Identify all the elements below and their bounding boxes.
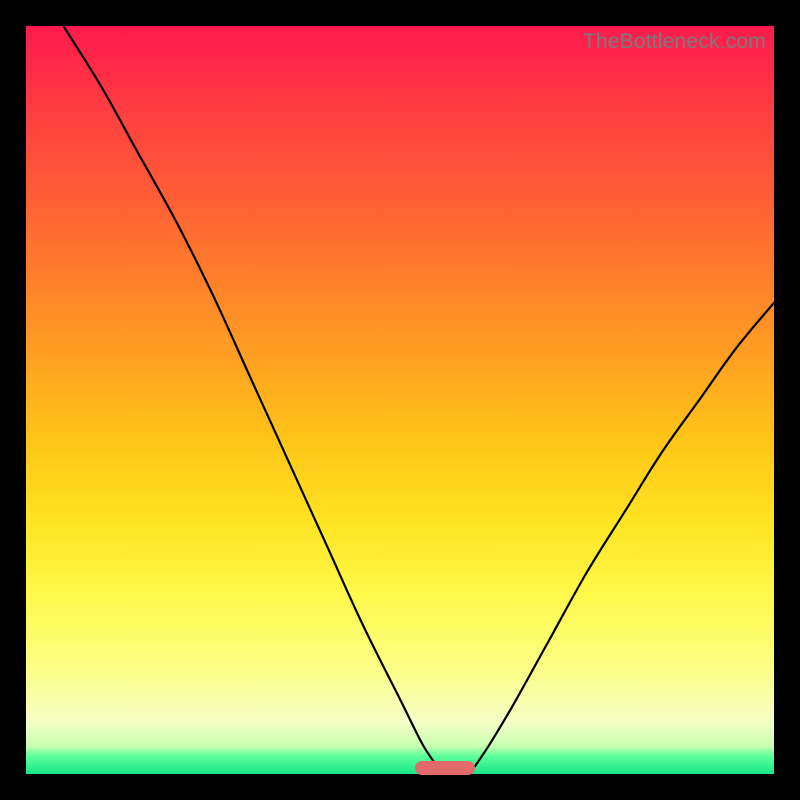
plot-area: TheBottleneck.com: [26, 26, 774, 774]
chart-frame: TheBottleneck.com: [0, 0, 800, 800]
bottleneck-curve: [26, 26, 774, 774]
optimal-range-marker: [415, 761, 475, 775]
curve-right-branch: [475, 303, 774, 767]
curve-left-branch: [63, 26, 437, 767]
